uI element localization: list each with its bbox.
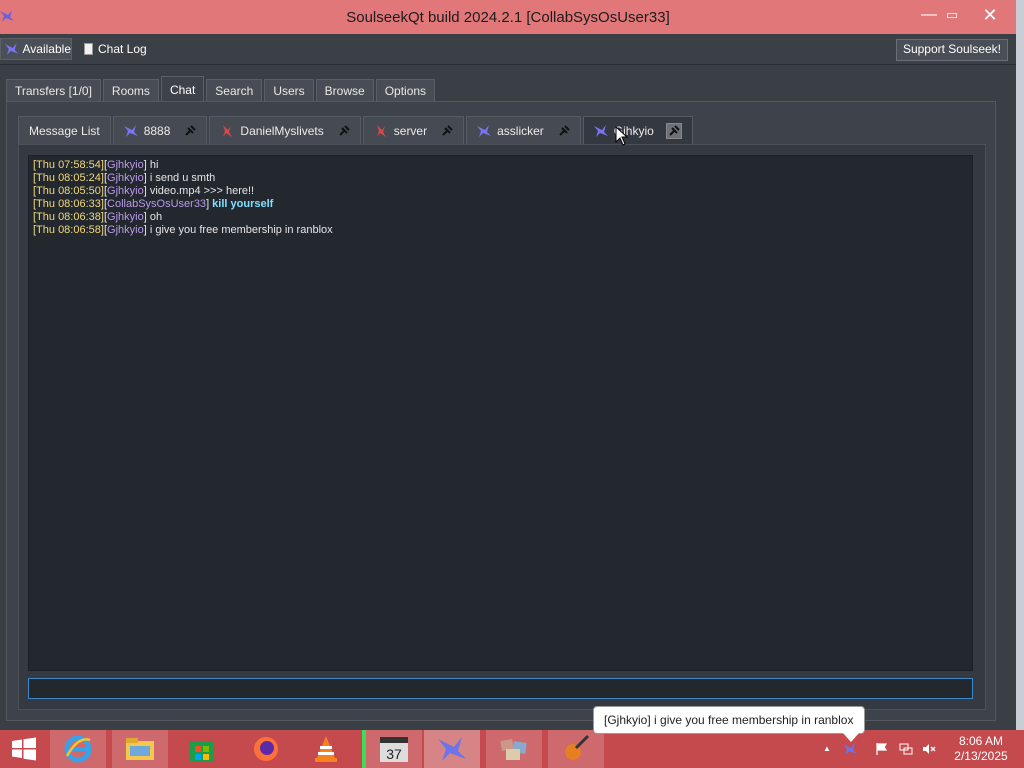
tray-overflow-icon[interactable]: ▲: [820, 742, 834, 756]
folder-icon: [126, 738, 154, 760]
action-center-flag-icon[interactable]: [875, 742, 889, 756]
taskbar-internet-explorer[interactable]: [50, 730, 106, 768]
notification-tooltip: [Gjhkyio] i give you free membership in …: [593, 706, 865, 734]
chat-tab-server[interactable]: server: [362, 116, 465, 144]
red-bird-icon: [376, 124, 386, 137]
tab-search[interactable]: Search: [206, 79, 263, 101]
blue-bird-icon: [477, 124, 492, 137]
chat-tab-asslicker[interactable]: asslicker: [466, 116, 581, 144]
pin-icon[interactable]: [338, 124, 350, 137]
taskbar-calendar-app[interactable]: 37: [362, 730, 422, 768]
chat-tab-label: asslicker: [497, 123, 544, 138]
mouse-cursor-icon: [615, 126, 629, 146]
chat-message: [Thu 08:05:50][Gjhkyio] video.mp4 >>> he…: [33, 185, 255, 197]
firefox-icon: [254, 737, 278, 761]
soulseek-bird-icon: [438, 737, 466, 761]
blue-bird-icon: [5, 43, 19, 55]
tab-options[interactable]: Options: [375, 79, 436, 101]
taskbar-soulseek[interactable]: [424, 730, 480, 768]
taskbar-paint-app[interactable]: [548, 730, 604, 768]
pin-icon[interactable]: [441, 124, 453, 137]
taskbar-file-explorer[interactable]: [112, 730, 168, 768]
chat-message-area[interactable]: [Thu 07:58:54][Gjhkyio] hi [Thu 08:05:24…: [28, 155, 973, 671]
chat-tab-gjhkyio[interactable]: Gjhkyio: [582, 116, 693, 144]
blue-bird-icon: [593, 124, 608, 137]
main-tab-bar: Transfers [1/0] Rooms Chat Search Users …: [6, 76, 436, 101]
calendar-day-text: 37: [386, 746, 402, 762]
chat-tab-danielmyslivets[interactable]: DanielMyslivets: [209, 116, 361, 144]
internet-explorer-icon: [64, 735, 92, 763]
tray-soulseek-icon[interactable]: [843, 742, 857, 756]
paint-brush-icon: [565, 734, 590, 760]
chat-log-label: Chat Log: [98, 42, 147, 56]
chat-tab-message-list[interactable]: Message List: [18, 116, 111, 144]
title-bar[interactable]: SoulseekQt build 2024.2.1 [CollabSysOsUs…: [0, 0, 1016, 34]
blue-bird-icon: [123, 124, 138, 137]
chat-tab-bar: Message List 8888 DanielMyslivets server…: [18, 116, 693, 144]
chat-message: [Thu 08:06:38][Gjhkyio] oh: [33, 211, 163, 223]
clock-time: 8:06 AM: [958, 734, 1004, 748]
tab-rooms[interactable]: Rooms: [102, 79, 159, 101]
close-button[interactable]: ✕: [972, 4, 1008, 26]
chat-message: [Thu 07:58:54][Gjhkyio] hi: [33, 159, 159, 171]
status-label: Available: [22, 42, 71, 56]
photo-collage-icon: [500, 739, 527, 760]
chat-tab-8888[interactable]: 8888: [112, 116, 208, 144]
system-clock[interactable]: 8:06 AM 2/13/2025: [946, 734, 1016, 764]
clock-date: 2/13/2025: [954, 749, 1008, 763]
tab-browse[interactable]: Browse: [315, 79, 374, 101]
calendar-clapper-icon: 37: [380, 737, 408, 762]
window-title: SoulseekQt build 2024.2.1 [CollabSysOsUs…: [346, 9, 670, 26]
toolbar: Available Chat Log Support Soulseek!: [0, 34, 1016, 65]
status-button[interactable]: Available: [0, 38, 72, 60]
tab-users[interactable]: Users: [264, 79, 314, 101]
chat-message: [Thu 08:06:58][Gjhkyio] i give you free …: [33, 224, 333, 236]
windows-start-icon[interactable]: [10, 737, 38, 761]
document-icon: [84, 43, 93, 55]
main-window: SoulseekQt build 2024.2.1 [CollabSysOsUs…: [0, 0, 1016, 730]
store-icon: [190, 741, 214, 762]
tab-chat[interactable]: Chat: [160, 76, 205, 101]
support-soulseek-button[interactable]: Support Soulseek!: [895, 39, 1008, 61]
vlc-icon: [315, 736, 337, 762]
chat-tab-label: Message List: [29, 123, 100, 138]
taskbar-vlc[interactable]: [298, 730, 354, 768]
taskbar: 37 ▲ 8:06 AM 2/13/2025: [0, 730, 1024, 768]
taskbar-store[interactable]: [174, 730, 230, 768]
volume-muted-icon[interactable]: [922, 742, 936, 756]
chat-tab-label: 8888: [143, 123, 171, 138]
chat-tab-label: DanielMyslivets: [240, 123, 324, 138]
chat-tab-label: server: [393, 123, 428, 138]
taskbar-firefox[interactable]: [238, 730, 294, 768]
chat-message: [Thu 08:06:33][CollabSysOsUser33] kill y…: [33, 198, 274, 210]
red-bird-icon: [223, 124, 233, 137]
chat-input[interactable]: [28, 678, 973, 699]
network-icon[interactable]: [899, 742, 913, 756]
tooltip-tail: [843, 733, 859, 742]
pin-icon[interactable]: [558, 124, 570, 137]
chat-log-button[interactable]: Chat Log: [84, 38, 147, 60]
desktop-background: [1016, 0, 1024, 730]
pin-icon[interactable]: [184, 124, 197, 137]
chat-message: [Thu 08:05:24][Gjhkyio] i send u smth: [33, 172, 216, 184]
maximize-button[interactable]: ▭: [937, 4, 967, 26]
pin-icon[interactable]: [665, 122, 682, 139]
taskbar-photo-app[interactable]: [486, 730, 542, 768]
tab-transfers[interactable]: Transfers [1/0]: [6, 79, 101, 101]
